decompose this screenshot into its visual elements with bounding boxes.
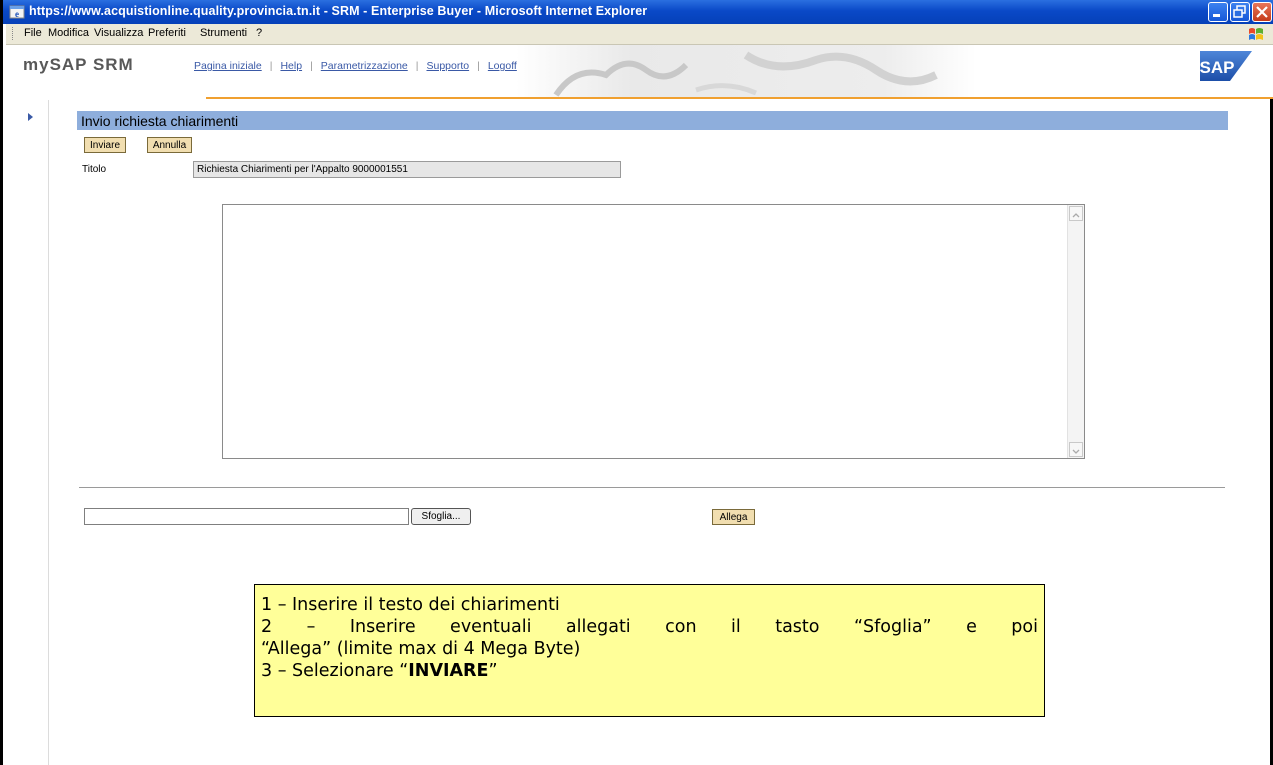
nav-separator: | — [310, 60, 313, 72]
file-path-input[interactable] — [84, 508, 409, 525]
clarification-textarea[interactable] — [222, 204, 1085, 459]
restore-button[interactable] — [1230, 2, 1250, 22]
scroll-up-arrow-icon[interactable] — [1069, 206, 1083, 221]
nav-separator: | — [477, 60, 480, 72]
section-divider — [79, 487, 1225, 488]
world-map-decoration — [516, 45, 976, 99]
nav-separator: | — [415, 60, 419, 72]
browser-window: e https://www.acquistionline.quality.pro… — [0, 0, 1273, 765]
cancel-button[interactable]: Annulla — [147, 137, 192, 153]
restore-icon — [1233, 5, 1246, 18]
menu-bar: File Modifica Visualizza Preferiti Strum… — [6, 24, 1273, 45]
note-line-4: 3 – Selezionare “INVIARE” — [261, 660, 1038, 682]
left-nav-divider — [48, 100, 49, 765]
instruction-note: 1 – Inserire il testo dei chiarimenti 2 … — [254, 584, 1045, 717]
nav-help[interactable]: Help — [280, 60, 302, 72]
note-line-4-prefix: 3 – Selezionare “ — [261, 661, 409, 681]
note-line-1: 1 – Inserire il testo dei chiarimenti — [261, 595, 560, 615]
textarea-scrollbar[interactable] — [1067, 205, 1084, 458]
sap-top-nav: Pagina iniziale | Help | Parametrizzazione | S… — [194, 60, 517, 72]
note-line-4-bold: INVIARE — [408, 661, 489, 681]
nav-parametrizzazione[interactable]: Parametrizzazione — [321, 60, 408, 72]
svg-text:e: e — [15, 9, 19, 19]
title-label: Titolo — [82, 164, 107, 175]
browse-button[interactable]: Sfoglia... — [411, 508, 471, 525]
window-titlebar: e https://www.acquistionline.quality.pro… — [3, 0, 1273, 24]
expand-nav-arrow-icon[interactable] — [28, 113, 33, 121]
sap-logo: SAP — [1200, 51, 1252, 81]
close-icon — [1256, 6, 1268, 18]
scroll-down-arrow-icon[interactable] — [1069, 442, 1083, 457]
attach-button[interactable]: Allega — [712, 509, 755, 525]
note-line-4-suffix: ” — [488, 661, 498, 681]
nav-supporto[interactable]: Supporto — [426, 60, 469, 72]
nav-pagina-iniziale[interactable]: Pagina iniziale — [194, 60, 262, 72]
menu-help[interactable]: ? — [256, 27, 262, 39]
menu-visualizza[interactable]: Visualizza — [94, 27, 143, 39]
menu-preferiti[interactable]: Preferiti — [148, 27, 186, 39]
title-field: Richiesta Chiarimenti per l'Appalto 9000… — [193, 161, 621, 178]
nav-logoff[interactable]: Logoff — [488, 60, 517, 72]
nav-separator: | — [269, 60, 273, 72]
sap-logo-text: SAP — [1200, 58, 1234, 77]
menu-file[interactable]: File — [24, 27, 42, 39]
close-button[interactable] — [1252, 2, 1272, 22]
page-title: Invio richiesta chiarimenti — [77, 111, 1228, 130]
send-button[interactable]: Inviare — [84, 137, 126, 153]
header-accent-line — [206, 97, 1273, 99]
menu-modifica[interactable]: Modifica — [48, 27, 89, 39]
minimize-icon — [1213, 14, 1220, 17]
windows-flag-icon — [1249, 28, 1263, 40]
minimize-button[interactable] — [1208, 2, 1228, 22]
note-line-3: “Allega” (limite max di 4 Mega Byte) — [261, 639, 581, 659]
note-line-2: 2 – Inserire eventuali allegati con il t… — [261, 617, 1038, 637]
sap-brand: mySAP SRM — [23, 55, 134, 74]
window-title: https://www.acquistionline.quality.provi… — [29, 4, 648, 18]
menu-strumenti[interactable]: Strumenti — [200, 27, 247, 39]
ie-icon: e — [9, 5, 25, 19]
sap-header: mySAP SRM Pagina iniziale | Help | Parametri… — [6, 45, 1273, 99]
menu-grip — [12, 27, 15, 40]
